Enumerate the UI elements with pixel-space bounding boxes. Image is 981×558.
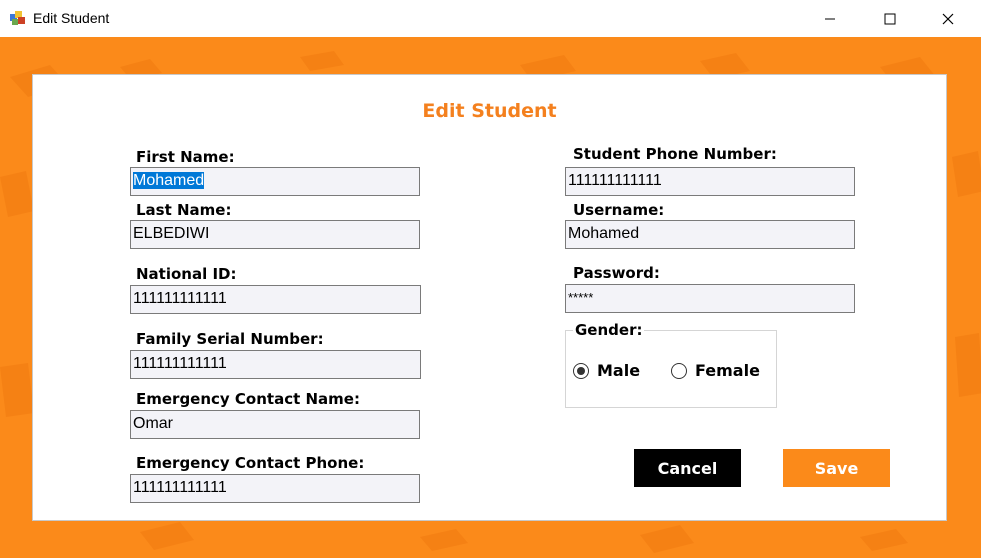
gender-male-radio[interactable]: Male bbox=[573, 361, 640, 380]
emergency-contact-phone-field[interactable]: 111111111111 bbox=[130, 474, 420, 503]
emergency-contact-phone-label: Emergency Contact Phone: bbox=[136, 454, 365, 472]
student-phone-label: Student Phone Number: bbox=[573, 145, 777, 163]
family-serial-label: Family Serial Number: bbox=[136, 330, 324, 348]
window-titlebar: Edit Student bbox=[0, 0, 981, 37]
window-title: Edit Student bbox=[33, 10, 110, 26]
maximize-button[interactable] bbox=[867, 0, 913, 37]
national-id-label: National ID: bbox=[136, 265, 237, 283]
gender-female-label: Female bbox=[695, 361, 760, 380]
gender-label: Gender: bbox=[573, 321, 645, 339]
last-name-label: Last Name: bbox=[136, 201, 232, 219]
radio-selected-icon bbox=[573, 362, 589, 379]
radio-unselected-icon bbox=[671, 362, 687, 379]
app-icon bbox=[10, 10, 26, 26]
last-name-field[interactable]: ELBEDIWI bbox=[130, 220, 420, 249]
password-field[interactable]: ***** bbox=[565, 284, 855, 313]
first-name-label: First Name: bbox=[136, 148, 235, 166]
password-label: Password: bbox=[573, 264, 660, 282]
username-label: Username: bbox=[573, 201, 665, 219]
gender-female-radio[interactable]: Female bbox=[671, 361, 760, 380]
minimize-icon bbox=[824, 13, 836, 25]
maximize-icon bbox=[884, 13, 896, 25]
close-icon bbox=[942, 13, 954, 25]
student-phone-field[interactable]: 111111111111 bbox=[565, 167, 855, 196]
first-name-value: Mohamed bbox=[133, 172, 205, 189]
minimize-button[interactable] bbox=[807, 0, 853, 37]
username-field[interactable]: Mohamed bbox=[565, 220, 855, 249]
first-name-field[interactable]: Mohamed bbox=[130, 167, 420, 196]
cancel-button[interactable]: Cancel bbox=[634, 449, 741, 487]
gender-male-label: Male bbox=[597, 361, 641, 380]
close-button[interactable] bbox=[925, 0, 971, 37]
form-heading: Edit Student bbox=[422, 100, 557, 122]
family-serial-field[interactable]: 111111111111 bbox=[130, 350, 421, 379]
emergency-contact-name-field[interactable]: Omar bbox=[130, 410, 420, 439]
national-id-field[interactable]: 111111111111 bbox=[130, 285, 421, 314]
save-button[interactable]: Save bbox=[783, 449, 890, 487]
emergency-contact-name-label: Emergency Contact Name: bbox=[136, 390, 360, 408]
edit-student-form: Edit Student First Name: Mohamed Last Na… bbox=[32, 74, 947, 521]
